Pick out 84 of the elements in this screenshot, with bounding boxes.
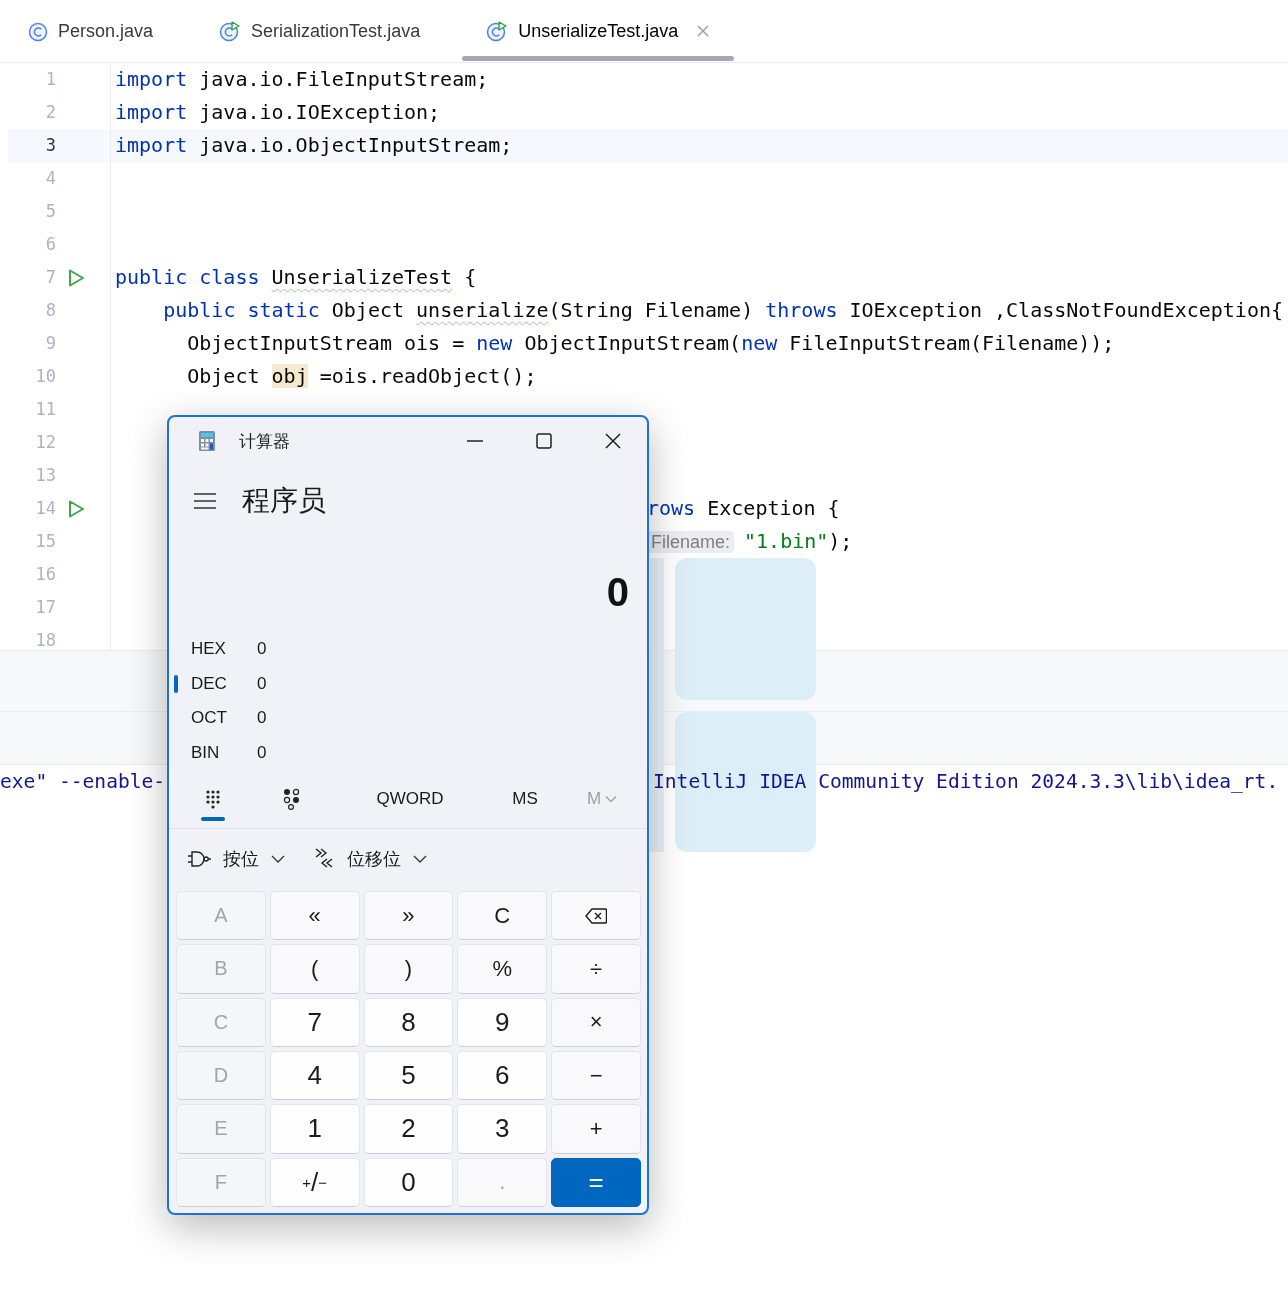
line-number: 17 (34, 596, 56, 619)
digit-key[interactable]: 5 (363, 1051, 454, 1101)
operator-key[interactable]: ( (269, 944, 360, 994)
chevron-down-icon (271, 855, 285, 863)
code-line: Object obj =ois.readObject(); (187, 364, 537, 388)
line-number: 12 (34, 431, 56, 454)
line-number: 10 (34, 365, 56, 388)
line-number: 11 (34, 398, 56, 421)
display-value: 0 (606, 570, 629, 614)
line-number: 5 (44, 200, 56, 223)
operator-key[interactable]: » (363, 891, 454, 941)
digit-key[interactable]: 3 (457, 1104, 548, 1154)
line-number: 6 (44, 233, 56, 256)
radix-option[interactable]: HEX 0 (169, 632, 647, 667)
operator-key[interactable]: ) (363, 944, 454, 994)
backspace-icon (585, 907, 608, 924)
toolbar-button[interactable]: MS (493, 770, 557, 828)
inlay-hint: Filename: (647, 531, 735, 553)
radix-option[interactable]: OCT 0 (169, 701, 647, 736)
code-line: rows Exception { (647, 496, 840, 520)
close-icon[interactable] (696, 24, 711, 38)
line-number: 13 (34, 464, 56, 487)
keypad-icon (205, 789, 221, 809)
code-line: public class UnserializeTest { (115, 265, 477, 289)
run-icon[interactable] (66, 267, 86, 288)
mode-title: 程序员 (242, 484, 326, 518)
console-text: IntelliJ IDEA Community Edition 2024.3.3\lib\idea_rt. (653, 769, 1279, 795)
code-line: ObjectInputStream ois = new ObjectInputStream(new FileInputStream(Filename)); (187, 331, 1115, 355)
line-number: 4 (44, 167, 56, 190)
class-run-icon (219, 20, 242, 42)
operator-key[interactable]: − (551, 1051, 641, 1101)
operator-key[interactable]: % (457, 944, 548, 994)
equals-key[interactable]: = (551, 1157, 641, 1207)
operator-key[interactable]: ÷ (551, 944, 641, 994)
operator-key[interactable]: + (551, 1104, 641, 1154)
calculator-icon (199, 431, 215, 451)
digit-key[interactable]: 9 (457, 997, 548, 1047)
window-title: 计算器 (239, 430, 290, 453)
dropdown-button[interactable]: 位移位 (313, 847, 427, 871)
radix-option[interactable]: DEC 0 (169, 666, 647, 701)
line-number: 8 (44, 299, 56, 322)
dots-icon (283, 788, 301, 810)
digit-key[interactable]: 6 (457, 1051, 548, 1101)
editor-tab[interactable]: UnserializeTest.java (462, 0, 735, 62)
digit-key[interactable]: 8 (363, 997, 454, 1047)
digit-key[interactable]: 0 (363, 1157, 454, 1207)
digit-key[interactable]: 4 (269, 1051, 360, 1101)
code-line: "1.bin"); (744, 529, 853, 553)
digit-key[interactable]: 2 (363, 1104, 454, 1154)
line-number: 7 (44, 266, 56, 289)
dropdown-button[interactable]: 按位 (187, 847, 285, 871)
digit-key[interactable]: 1 (269, 1104, 360, 1154)
code-line: import java.io.FileInputStream; (115, 67, 489, 91)
radix-option[interactable]: BIN 0 (169, 735, 647, 770)
line-number: 14 (34, 497, 56, 520)
backspace-key[interactable] (551, 891, 641, 941)
code-line: public static Object unserialize(String Filename) throws IOException ,ClassNotFoundException{ (163, 298, 1284, 322)
maximize-icon (535, 433, 552, 449)
line-number: 1 (44, 68, 56, 91)
menu-icon[interactable] (194, 493, 216, 509)
line-number: 16 (34, 563, 56, 586)
operator-key[interactable]: « (269, 891, 360, 941)
editor-tab[interactable]: SerializationTest.java (195, 0, 445, 62)
operator-key[interactable]: × (551, 997, 641, 1047)
line-number: 15 (34, 530, 56, 553)
line-number: 3 (44, 134, 56, 157)
console-text: exe" --enable- (0, 769, 166, 795)
line-number: 18 (34, 629, 56, 650)
minimize-icon (466, 440, 483, 442)
logic-gate-icon (187, 849, 211, 869)
code-line: import java.io.ObjectInputStream; (115, 133, 513, 157)
class-run-icon (486, 20, 509, 42)
close-icon (604, 433, 621, 449)
class-icon (28, 20, 48, 42)
chevron-down-icon (605, 795, 618, 803)
digit-key[interactable]: 7 (269, 997, 360, 1047)
toolbar-button[interactable]: QWORD (327, 770, 493, 828)
run-icon[interactable] (66, 498, 86, 519)
operator-key[interactable]: C (457, 891, 548, 941)
chevron-down-icon (413, 855, 427, 863)
line-number: 9 (44, 332, 56, 355)
editor-tab[interactable]: Person.java (4, 0, 178, 62)
code-line: import java.io.IOException; (115, 100, 441, 124)
line-number: 2 (44, 101, 56, 124)
